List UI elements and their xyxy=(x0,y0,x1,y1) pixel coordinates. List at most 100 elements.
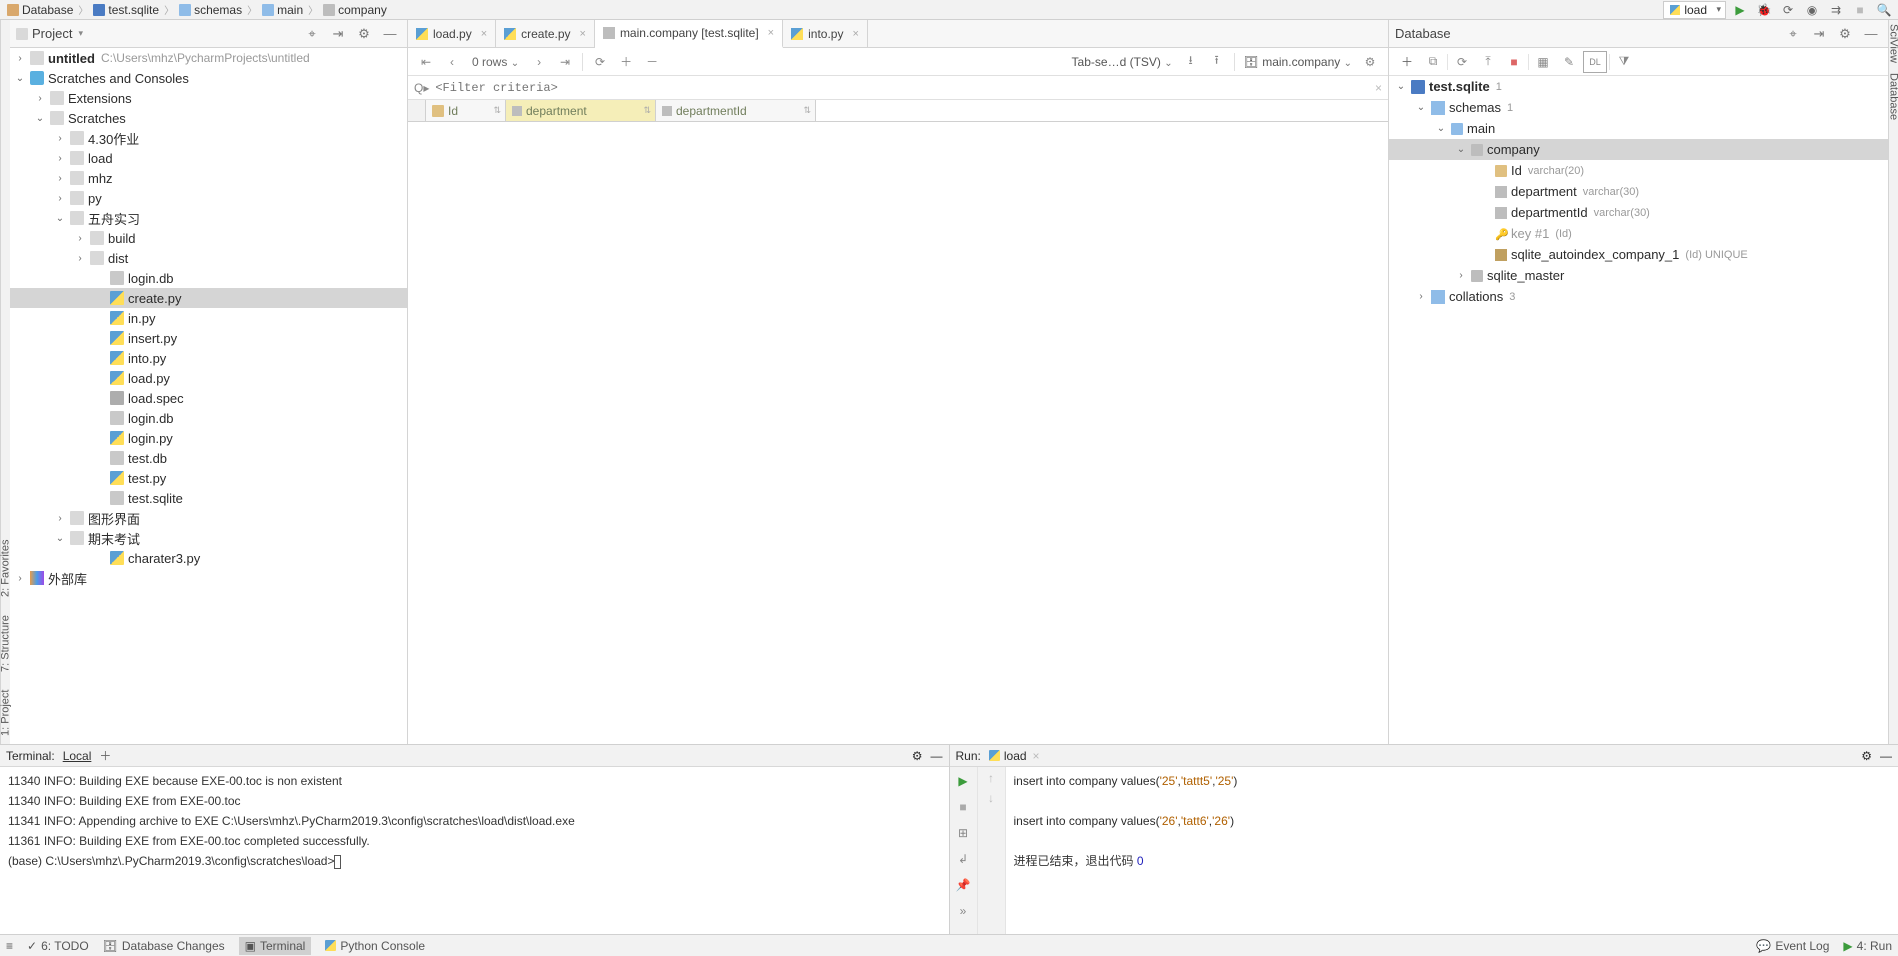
terminal-add-tab[interactable]: ＋ xyxy=(99,747,111,764)
db-col-departmentid[interactable]: departmentIdvarchar(30) xyxy=(1389,202,1888,223)
db-main[interactable]: ⌄main xyxy=(1389,118,1888,139)
tree-item[interactable]: ·test.db xyxy=(10,448,407,468)
table-source[interactable]: 🗄 main.company ⌄ xyxy=(1240,55,1356,69)
collapse-icon[interactable]: ⇥ xyxy=(327,23,349,45)
bc-database[interactable]: Database xyxy=(4,2,76,18)
bc-main[interactable]: main xyxy=(259,2,306,18)
tree-item[interactable]: ⌄五舟实习 xyxy=(10,208,407,228)
stop-button[interactable]: ■ xyxy=(1850,1,1870,19)
tab-load-py[interactable]: load.py× xyxy=(408,20,496,48)
sync-icon[interactable]: ⤒ xyxy=(1476,51,1500,73)
tree-item-create-py[interactable]: ·create.py xyxy=(10,288,407,308)
db-autoindex[interactable]: sqlite_autoindex_company_1(Id) UNIQUE xyxy=(1389,244,1888,265)
column-id[interactable]: Id⇅ xyxy=(426,100,506,121)
bc-testsqlite[interactable]: test.sqlite xyxy=(90,2,162,18)
db-schemas[interactable]: ⌄schemas1 xyxy=(1389,97,1888,118)
tree-item[interactable]: ›mhz xyxy=(10,168,407,188)
duplicate-icon[interactable]: ⧉ xyxy=(1421,51,1445,73)
grid-body[interactable] xyxy=(408,122,1388,744)
db-col-id[interactable]: Idvarchar(20) xyxy=(1389,160,1888,181)
tree-item[interactable]: ›图形界面 xyxy=(10,508,407,528)
stop-icon[interactable]: ■ xyxy=(953,797,973,817)
locate-icon[interactable]: ⌖ xyxy=(301,23,323,45)
rerun-icon[interactable]: ▶ xyxy=(953,771,973,791)
run-button[interactable]: ▶ xyxy=(1730,1,1750,19)
reload-icon[interactable]: ⟳ xyxy=(588,51,612,73)
tree-item[interactable]: ›py xyxy=(10,188,407,208)
bc-schemas[interactable]: schemas xyxy=(176,2,245,18)
bc-company[interactable]: company xyxy=(320,2,390,18)
export-format[interactable]: Tab-se…d (TSV) ⌄ xyxy=(1068,55,1177,69)
tree-item[interactable]: ·login.db xyxy=(10,408,407,428)
close-icon[interactable]: × xyxy=(852,28,858,40)
tree-item[interactable]: ·login.py xyxy=(10,428,407,448)
statusbar-menu-icon[interactable]: ≡ xyxy=(6,939,13,953)
gear-icon[interactable]: ⚙ xyxy=(912,749,923,763)
locate-icon[interactable]: ⌖ xyxy=(1782,23,1804,45)
profile-button[interactable]: ◉ xyxy=(1802,1,1822,19)
sidebar-tab-favorites[interactable]: 2: Favorites xyxy=(0,535,13,600)
hide-icon[interactable]: — xyxy=(379,23,401,45)
collapse-icon[interactable]: ⇥ xyxy=(1808,23,1830,45)
export-data-icon[interactable]: ⭳ xyxy=(1179,51,1203,73)
coverage-button[interactable]: ⟳ xyxy=(1778,1,1798,19)
run-config-dropdown[interactable]: load xyxy=(1663,1,1726,19)
add-row-icon[interactable]: ＋ xyxy=(614,51,638,73)
soft-wrap-icon[interactable]: ↲ xyxy=(953,849,973,869)
close-icon[interactable]: × xyxy=(768,27,774,39)
pin-icon[interactable]: 📌 xyxy=(953,875,973,895)
rows-count[interactable]: 0 rows ⌄ xyxy=(466,55,525,69)
run-output[interactable]: insert into company values('25','tattt5'… xyxy=(1006,767,1898,934)
gear-icon[interactable]: ⚙ xyxy=(1834,23,1856,45)
terminal-body[interactable]: 11340 INFO: Building EXE because EXE-00.… xyxy=(0,767,949,934)
db-col-department[interactable]: departmentvarchar(30) xyxy=(1389,181,1888,202)
edit-icon[interactable]: ✎ xyxy=(1557,51,1581,73)
concurrent-button[interactable]: ⇉ xyxy=(1826,1,1846,19)
project-tree[interactable]: ›untitledC:\Users\mhz\PycharmProjects\un… xyxy=(10,48,407,744)
column-departmentid[interactable]: departmentId⇅ xyxy=(656,100,816,121)
status-todo[interactable]: ✓6: TODO xyxy=(27,939,89,953)
last-page-icon[interactable]: ⇥ xyxy=(553,51,577,73)
db-root[interactable]: ⌄test.sqlite1 xyxy=(1389,76,1888,97)
tree-item[interactable]: ›dist xyxy=(10,248,407,268)
hide-icon[interactable]: — xyxy=(1860,23,1882,45)
down-icon[interactable]: ↓ xyxy=(988,791,994,805)
tree-scratches[interactable]: ⌄Scratches xyxy=(10,108,407,128)
tab-company-table[interactable]: main.company [test.sqlite]× xyxy=(595,20,783,48)
filter-input[interactable] xyxy=(435,81,1369,95)
tree-item[interactable]: ·load.spec xyxy=(10,388,407,408)
gear-icon[interactable]: ⚙ xyxy=(1861,749,1872,763)
hide-icon[interactable]: — xyxy=(931,749,943,763)
tree-item[interactable]: ·login.db xyxy=(10,268,407,288)
clear-icon[interactable]: × xyxy=(1375,81,1382,95)
close-icon[interactable]: × xyxy=(580,28,586,40)
close-icon[interactable]: × xyxy=(481,28,487,40)
column-department[interactable]: department⇅ xyxy=(506,100,656,121)
db-tree[interactable]: ⌄test.sqlite1 ⌄schemas1 ⌄main ⌄company I… xyxy=(1389,76,1888,744)
add-datasource-icon[interactable]: ＋ xyxy=(1395,51,1419,73)
status-dbchanges[interactable]: 🗄Database Changes xyxy=(103,939,225,953)
remove-row-icon[interactable]: － xyxy=(640,51,664,73)
tree-item[interactable]: ›load xyxy=(10,148,407,168)
tree-item[interactable]: ·load.py xyxy=(10,368,407,388)
tree-item[interactable]: ·into.py xyxy=(10,348,407,368)
tree-scratches-consoles[interactable]: ⌄Scratches and Consoles xyxy=(10,68,407,88)
status-terminal[interactable]: ▣Terminal xyxy=(239,937,312,955)
more-icon[interactable]: » xyxy=(953,901,973,921)
up-icon[interactable]: ↑ xyxy=(988,771,994,785)
run-config-name[interactable]: load xyxy=(1004,749,1027,763)
debug-button[interactable]: 🐞 xyxy=(1754,1,1774,19)
tree-item[interactable]: ›build xyxy=(10,228,407,248)
tree-item[interactable]: ·test.sqlite xyxy=(10,488,407,508)
table-view-icon[interactable]: ▦ xyxy=(1531,51,1555,73)
status-pyconsole[interactable]: Python Console xyxy=(325,939,425,953)
sidebar-tab-database[interactable]: Database xyxy=(1888,73,1898,120)
tree-item[interactable]: ⌄期末考试 xyxy=(10,528,407,548)
sidebar-tab-project[interactable]: 1: Project xyxy=(0,686,13,740)
db-company[interactable]: ⌄company xyxy=(1389,139,1888,160)
refresh-icon[interactable]: ⟳ xyxy=(1450,51,1474,73)
project-title[interactable]: Project xyxy=(32,26,72,41)
terminal-tab-local[interactable]: Local xyxy=(63,749,92,763)
db-sqlitemaster[interactable]: ›sqlite_master xyxy=(1389,265,1888,286)
hide-icon[interactable]: — xyxy=(1880,749,1892,763)
